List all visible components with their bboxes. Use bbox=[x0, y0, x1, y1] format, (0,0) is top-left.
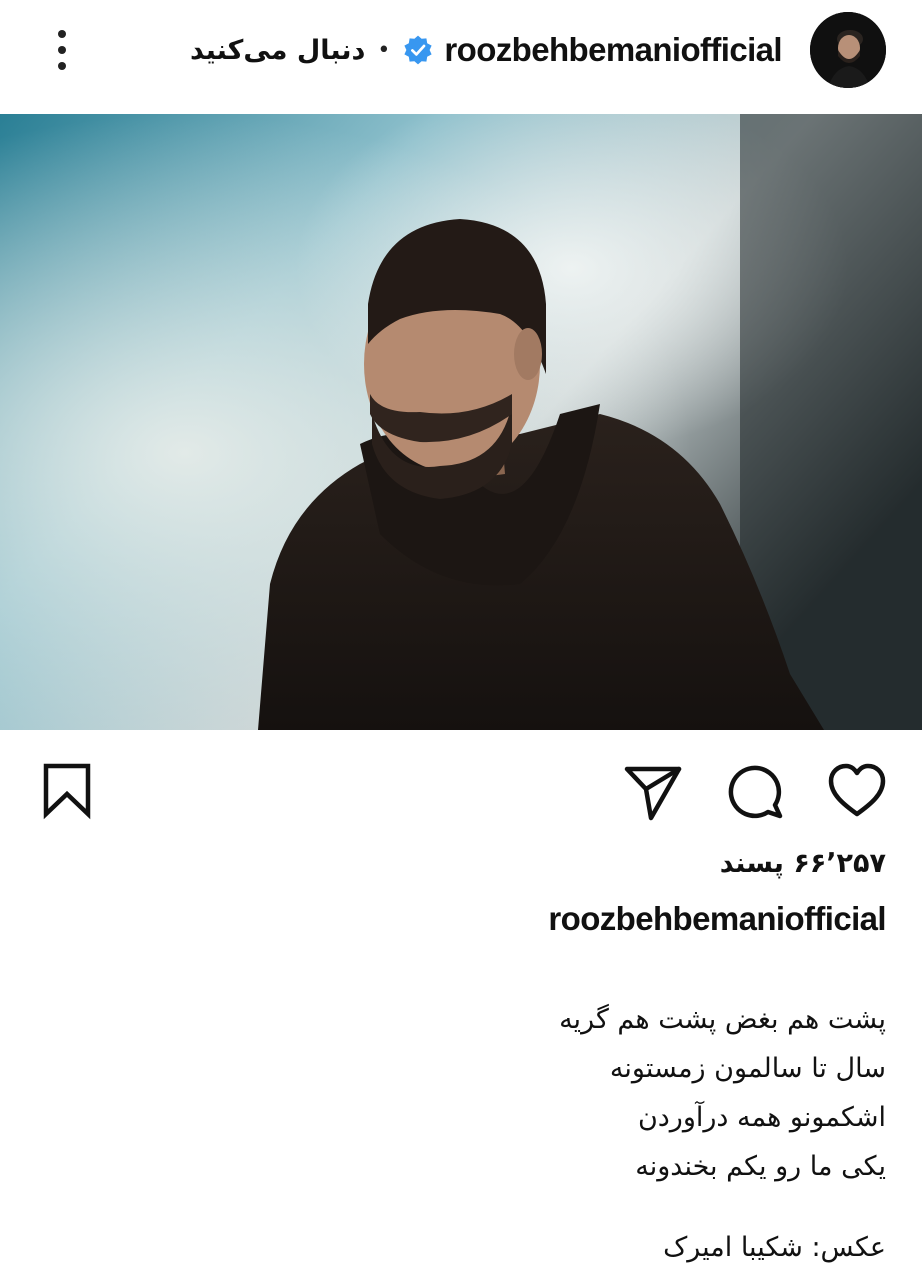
likes-count[interactable]: ۶۶٬۲۵۷ پسند bbox=[720, 848, 886, 879]
separator-dot: • bbox=[377, 37, 391, 63]
account-username[interactable]: roozbehbemaniofficial bbox=[444, 31, 782, 69]
heart-icon bbox=[828, 763, 886, 817]
caption-line: سال تا سالمون زمستونه bbox=[609, 1053, 886, 1084]
caption-line: پشت هم بغض پشت هم گریه bbox=[559, 1004, 886, 1035]
photo-credit: عکس: شکیبا امیرک bbox=[663, 1232, 886, 1263]
caption-line: یکی ما رو یکم بخندونه bbox=[635, 1151, 886, 1182]
header-account-line: roozbehbemaniofficial • دنبال می‌کنید bbox=[190, 26, 783, 74]
post-header: roozbehbemaniofficial • دنبال می‌کنید bbox=[0, 0, 922, 112]
following-status-button[interactable]: دنبال می‌کنید bbox=[190, 35, 365, 66]
post-caption: پشت هم بغض پشت هم گریه سال تا سالمون زمس… bbox=[66, 995, 886, 1191]
bookmark-icon bbox=[43, 763, 91, 820]
more-vertical-icon-dot bbox=[58, 46, 66, 54]
more-vertical-icon bbox=[58, 30, 66, 38]
save-button[interactable] bbox=[36, 760, 98, 822]
verified-badge-icon bbox=[402, 34, 434, 66]
post-photo[interactable] bbox=[0, 114, 922, 730]
more-options-button[interactable] bbox=[40, 26, 84, 74]
like-button[interactable] bbox=[826, 760, 888, 822]
comment-icon bbox=[728, 765, 783, 819]
more-vertical-icon-dot bbox=[58, 62, 66, 70]
caption-username[interactable]: roozbehbemaniofficial bbox=[548, 900, 886, 938]
post-actions-bar bbox=[0, 730, 922, 840]
send-icon bbox=[624, 766, 682, 821]
caption-line: اشکمونو همه درآوردن bbox=[637, 1102, 886, 1133]
share-button[interactable] bbox=[622, 760, 684, 822]
comment-button[interactable] bbox=[724, 760, 786, 822]
avatar[interactable] bbox=[810, 12, 886, 88]
